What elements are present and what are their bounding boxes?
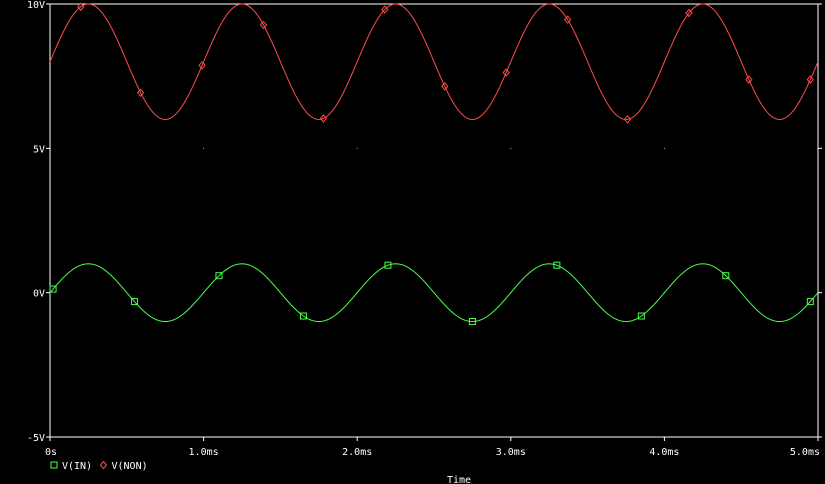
series-group: [49, 2, 819, 326]
legend-marker: [50, 461, 58, 469]
x-tick-label: 0s: [45, 447, 57, 458]
legend-label: V(IN): [62, 461, 92, 472]
plot-axes: [49, 3, 819, 438]
plot-frame: [49, 3, 819, 438]
x-tick-label: 3.0ms: [496, 447, 526, 458]
x-axis-ticks: 0s 1.0ms 2.0ms 3.0ms 4.0ms 5.0ms: [45, 437, 820, 458]
legend-label: V(NON): [112, 461, 148, 472]
y-axis-ticks: 10V 5V 0V -5V: [27, 0, 822, 444]
x-tick-label: 1.0ms: [189, 447, 219, 458]
x-tick-label: 5.0ms: [790, 447, 820, 458]
legend-marker: [99, 460, 108, 470]
x-tick-label: 2.0ms: [342, 447, 372, 458]
waveform-chart: 10V 5V 0V -5V 0s 1.0ms 2.0ms 3.0ms 4.0ms 5.0ms V…: [27, 0, 822, 484]
series-line: [49, 263, 819, 323]
grid-dot: [203, 147, 205, 149]
legend: V(IN) V(NON): [50, 460, 148, 472]
series-v-non-: [49, 2, 819, 124]
grid-dot: [663, 147, 665, 149]
y-tick-label: 10V: [27, 0, 45, 11]
grid-dot: [510, 147, 512, 149]
x-axis-label: Time: [447, 475, 471, 484]
y-tick-label: 0V: [33, 289, 45, 300]
y-tick-label: 5V: [33, 144, 45, 155]
y-tick-label: -5V: [27, 433, 45, 444]
series-line: [49, 3, 819, 120]
series-v-in-: [49, 261, 819, 326]
x-tick-label: 4.0ms: [649, 447, 679, 458]
grid-dot: [356, 147, 358, 149]
